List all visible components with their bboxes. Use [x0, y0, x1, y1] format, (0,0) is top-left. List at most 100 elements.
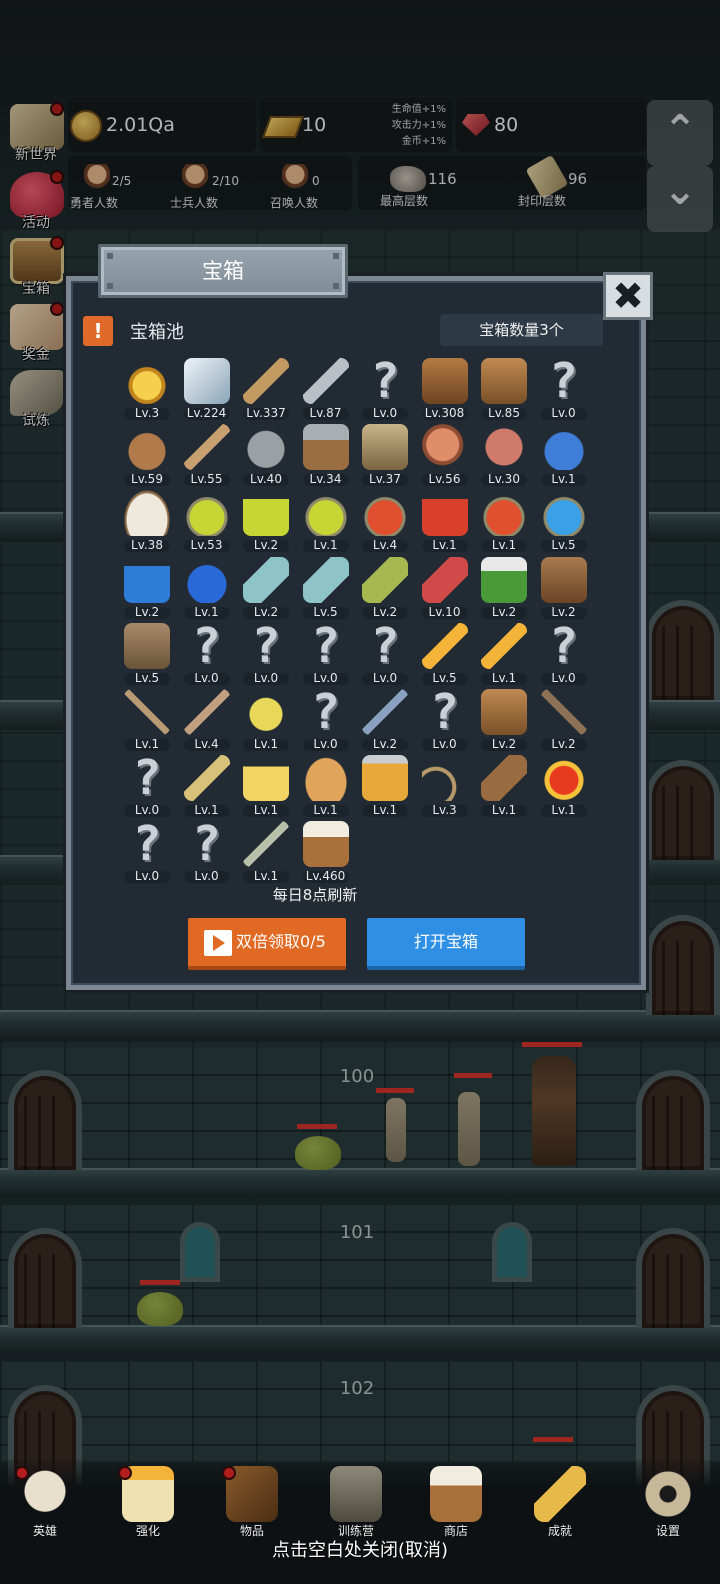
pie-icon: [302, 755, 349, 802]
item-slot[interactable]: ? Lv.0: [176, 819, 236, 885]
item-slot[interactable]: ? Lv.0: [235, 621, 295, 687]
green-bottle-icon: [362, 556, 408, 603]
item-slot[interactable]: Lv.2: [235, 488, 295, 554]
item-slot[interactable]: ? Lv.0: [295, 621, 355, 687]
item-level: Lv.1: [253, 803, 279, 818]
nav-key[interactable]: 成就: [520, 1462, 600, 1546]
item-slot[interactable]: Lv.40: [235, 422, 295, 488]
nav-gear[interactable]: 设置: [628, 1462, 708, 1546]
item-level: Lv.1: [134, 737, 160, 751]
item-slot[interactable]: Lv.55: [176, 422, 236, 488]
item-slot[interactable]: Lv.34: [295, 422, 355, 488]
open-chest-button[interactable]: 打开宝箱: [367, 918, 525, 970]
item-level: Lv.0: [551, 406, 576, 420]
nav-lantern[interactable]: 训练营: [316, 1462, 396, 1546]
item-level: Lv.1: [253, 869, 279, 884]
item-level: Lv.38: [131, 538, 163, 553]
item-slot[interactable]: Lv.337: [235, 356, 295, 422]
item-slot[interactable]: Lv.2: [473, 687, 533, 753]
item-slot[interactable]: Lv.1: [533, 422, 593, 488]
modal-title-text: 宝箱: [202, 259, 244, 283]
item-slot[interactable]: Lv.308: [414, 356, 474, 422]
item-slot[interactable]: ? Lv.0: [414, 687, 474, 753]
item-slot[interactable]: Lv.5: [414, 621, 474, 687]
knight-helmet-icon: [362, 424, 408, 471]
item-level: Lv.5: [551, 538, 576, 553]
item-slot[interactable]: Lv.4: [354, 488, 414, 554]
blue-potion-icon: [540, 490, 587, 537]
item-slot[interactable]: Lv.2: [235, 555, 295, 621]
item-level: Lv.2: [551, 737, 576, 751]
item-slot[interactable]: Lv.1: [235, 819, 295, 885]
item-level: Lv.59: [131, 472, 163, 487]
item-slot[interactable]: Lv.1: [473, 621, 533, 687]
item-level: Lv.3: [134, 406, 160, 420]
item-slot[interactable]: Lv.2: [354, 687, 414, 753]
double-claim-label: 双倍领取0/5: [236, 932, 326, 951]
item-level: Lv.1: [372, 803, 398, 818]
rivet: [333, 283, 339, 289]
item-slot[interactable]: Lv.85: [473, 356, 533, 422]
item-slot[interactable]: Lv.1: [176, 753, 236, 819]
item-slot[interactable]: ? Lv.0: [116, 753, 176, 819]
item-slot[interactable]: Lv.37: [354, 422, 414, 488]
item-level: Lv.224: [186, 406, 227, 420]
double-claim-button[interactable]: 双倍领取0/5: [188, 918, 346, 970]
item-slot[interactable]: ? Lv.0: [116, 819, 176, 885]
question-mark-icon: ?: [132, 750, 162, 807]
nav-skull[interactable]: 英雄: [5, 1462, 85, 1546]
nav-mug[interactable]: 商店: [416, 1462, 496, 1546]
item-slot[interactable]: Lv.53: [176, 488, 236, 554]
item-slot[interactable]: Lv.1: [235, 687, 295, 753]
item-slot[interactable]: Lv.3: [414, 753, 474, 819]
item-slot[interactable]: Lv.1: [473, 488, 533, 554]
item-slot[interactable]: ? Lv.0: [354, 356, 414, 422]
item-slot[interactable]: Lv.38: [116, 488, 176, 554]
item-level: Lv.0: [134, 803, 160, 818]
item-slot[interactable]: Lv.2: [533, 555, 593, 621]
item-slot[interactable]: Lv.5: [116, 621, 176, 687]
close-hint[interactable]: 点击空白处关闭(取消): [0, 1536, 720, 1562]
item-slot[interactable]: Lv.5: [533, 488, 593, 554]
item-slot[interactable]: Lv.5: [295, 555, 355, 621]
item-slot[interactable]: Lv.2: [473, 555, 533, 621]
item-slot[interactable]: ? Lv.0: [533, 621, 593, 687]
item-slot[interactable]: Lv.1: [533, 753, 593, 819]
item-slot[interactable]: Lv.59: [116, 422, 176, 488]
item-slot[interactable]: Lv.87: [295, 356, 355, 422]
item-slot[interactable]: ? Lv.0: [295, 687, 355, 753]
item-level: Lv.0: [432, 737, 457, 751]
close-button[interactable]: ✖: [603, 272, 653, 320]
item-slot[interactable]: ? Lv.0: [354, 621, 414, 687]
item-slot[interactable]: Lv.2: [354, 555, 414, 621]
nav-book[interactable]: 物品: [212, 1462, 292, 1546]
item-slot[interactable]: Lv.1: [354, 753, 414, 819]
item-slot[interactable]: Lv.224: [176, 356, 236, 422]
item-slot[interactable]: Lv.460: [295, 819, 355, 885]
question-mark-icon: ?: [132, 816, 162, 873]
item-slot[interactable]: Lv.30: [473, 422, 533, 488]
item-slot[interactable]: Lv.1: [116, 687, 176, 753]
alert-icon[interactable]: !: [83, 316, 113, 346]
crown-icon: [124, 358, 170, 404]
item-slot[interactable]: Lv.3: [116, 356, 176, 422]
item-level: Lv.1: [491, 538, 517, 553]
item-slot[interactable]: Lv.1: [235, 753, 295, 819]
item-slot[interactable]: Lv.1: [473, 753, 533, 819]
item-slot[interactable]: Lv.2: [116, 555, 176, 621]
item-slot[interactable]: Lv.56: [414, 422, 474, 488]
item-slot[interactable]: Lv.1: [176, 555, 236, 621]
item-level: Lv.1: [491, 803, 517, 818]
item-slot[interactable]: Lv.1: [295, 488, 355, 554]
item-slot[interactable]: Lv.4: [176, 687, 236, 753]
unknown-icon: ?: [422, 688, 468, 736]
nav-candle[interactable]: 强化: [108, 1462, 188, 1546]
unknown-icon: ?: [362, 622, 408, 670]
item-slot[interactable]: ? Lv.0: [533, 356, 593, 422]
item-slot[interactable]: Lv.1: [295, 753, 355, 819]
item-slot[interactable]: Lv.2: [533, 687, 593, 753]
item-level: Lv.1: [432, 538, 457, 553]
item-slot[interactable]: Lv.10: [414, 555, 474, 621]
item-slot[interactable]: Lv.1: [414, 488, 474, 554]
item-slot[interactable]: ? Lv.0: [176, 621, 236, 687]
